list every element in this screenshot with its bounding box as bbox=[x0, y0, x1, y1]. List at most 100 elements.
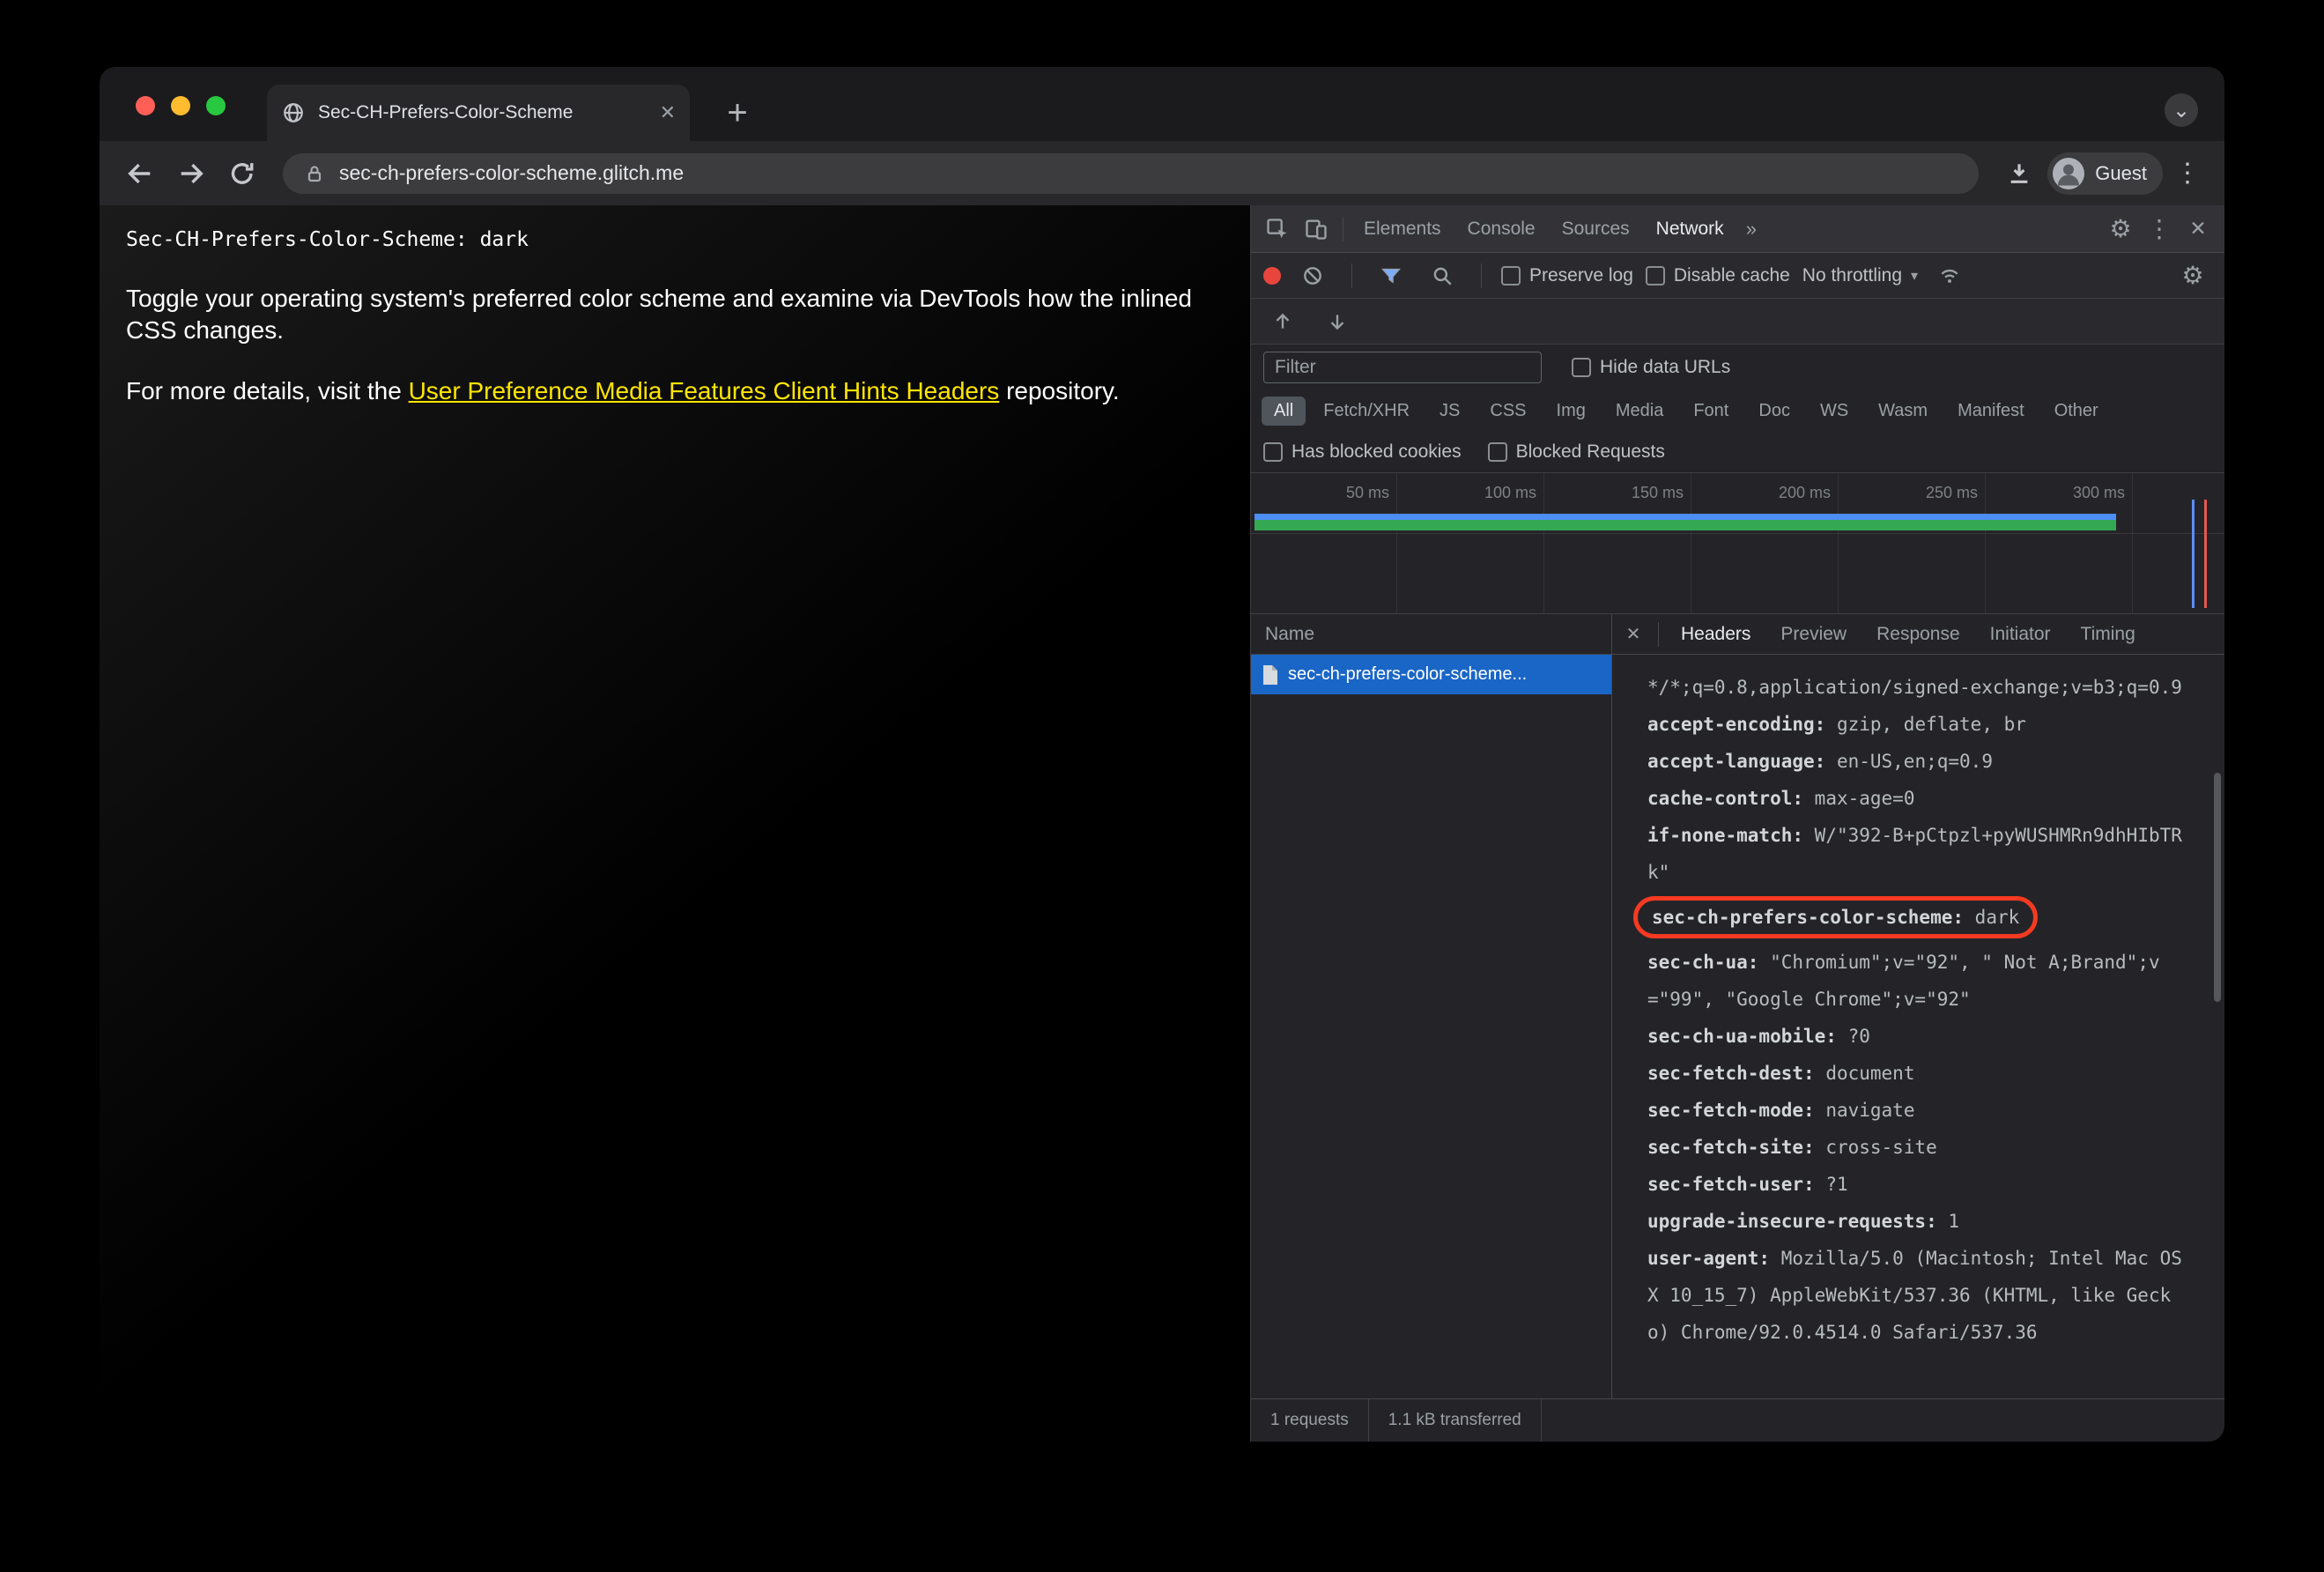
devtools-tab[interactable]: Elements bbox=[1351, 205, 1454, 252]
devtools-tab[interactable]: Sources bbox=[1549, 205, 1643, 252]
close-window-button[interactable] bbox=[136, 96, 155, 115]
request-waterfall-bar bbox=[1255, 514, 2116, 530]
resource-filter-chip[interactable]: Wasm bbox=[1866, 397, 1940, 426]
window-content: Sec-CH-Prefers-Color-Scheme: dark Toggle… bbox=[100, 205, 2224, 1442]
hide-data-urls-checkbox[interactable]: Hide data URLs bbox=[1572, 357, 1730, 378]
close-details-icon[interactable]: ✕ bbox=[1616, 623, 1651, 645]
more-tabs-icon[interactable]: » bbox=[1737, 219, 1765, 239]
tab-search-button[interactable]: ⌄ bbox=[2165, 93, 2198, 127]
details-tab[interactable]: Preview bbox=[1765, 614, 1861, 654]
checkbox-label: Has blocked cookies bbox=[1292, 441, 1462, 462]
minimize-window-button[interactable] bbox=[171, 96, 190, 115]
back-button[interactable] bbox=[117, 151, 163, 196]
color-scheme-status-text: Sec-CH-Prefers-Color-Scheme: dark bbox=[126, 228, 529, 251]
window-controls bbox=[136, 96, 226, 115]
resource-filter-chip[interactable]: JS bbox=[1427, 397, 1472, 426]
repository-link[interactable]: User Preference Media Features Client Hi… bbox=[409, 377, 1000, 404]
chevron-down-icon: ⌄ bbox=[2172, 98, 2191, 122]
url-text: sec-ch-prefers-color-scheme.glitch.me bbox=[339, 161, 685, 184]
details-tab[interactable]: Headers bbox=[1666, 614, 1765, 654]
devtools-close-icon[interactable]: ✕ bbox=[2179, 210, 2217, 248]
request-header-entry: sec-ch-ua-mobile: ?0 bbox=[1647, 1026, 1870, 1047]
lock-icon bbox=[307, 165, 322, 182]
resource-filter-chip[interactable]: CSS bbox=[1477, 397, 1538, 426]
har-toolbar bbox=[1251, 299, 2224, 345]
request-row[interactable]: sec-ch-prefers-color-scheme... bbox=[1251, 655, 1611, 694]
devtools-tab[interactable]: Network bbox=[1643, 205, 1737, 252]
requests-name-column-header[interactable]: Name bbox=[1251, 614, 1611, 655]
profile-label: Guest bbox=[2095, 161, 2147, 184]
network-toolbar: Preserve log Disable cache No throttling… bbox=[1251, 253, 2224, 299]
device-toolbar-icon[interactable] bbox=[1297, 210, 1336, 248]
timeline-label: 50 ms bbox=[1345, 484, 1389, 501]
devtools-menu-kebab-icon[interactable]: ⋮ bbox=[2140, 210, 2179, 248]
page-paragraph-2: For more details, visit the User Prefere… bbox=[126, 375, 1224, 407]
blocked-requests-checkbox[interactable]: Blocked Requests bbox=[1487, 441, 1665, 463]
network-main-area: Name sec-ch-prefers-color-scheme... ✕ He… bbox=[1251, 614, 2224, 1398]
record-network-log-button[interactable] bbox=[1263, 266, 1281, 285]
browser-menu-icon[interactable]: ⋮ bbox=[2168, 158, 2207, 189]
details-tab[interactable]: Response bbox=[1861, 614, 1975, 654]
resource-filter-chip[interactable]: Media bbox=[1603, 397, 1676, 426]
tab-close-icon[interactable]: ✕ bbox=[660, 101, 676, 124]
checkbox-label: Preserve log bbox=[1529, 264, 1633, 285]
network-overview-timeline[interactable]: 50 ms 100 ms 150 ms 200 ms 250 ms 300 ms bbox=[1251, 473, 2224, 614]
throttling-dropdown[interactable]: No throttling ▾ bbox=[1802, 265, 1918, 286]
checkbox-box bbox=[1263, 441, 1283, 462]
profile-button[interactable]: Guest bbox=[2047, 152, 2163, 195]
resource-filter-chip[interactable]: Doc bbox=[1746, 397, 1802, 426]
devtools-settings-gear-icon[interactable]: ⚙ bbox=[2101, 210, 2140, 248]
inspect-element-icon[interactable] bbox=[1258, 210, 1297, 248]
gridline bbox=[1838, 473, 1839, 613]
scrollbar-thumb[interactable] bbox=[2214, 773, 2221, 1002]
resource-type-filters: All Fetch/XHR JS CSS Img Media Font Doc bbox=[1251, 390, 2224, 431]
resource-filter-chip[interactable]: Other bbox=[2042, 397, 2111, 426]
divider bbox=[1658, 621, 1659, 647]
preserve-log-checkbox[interactable]: Preserve log bbox=[1501, 265, 1633, 286]
request-count: 1 requests bbox=[1251, 1399, 1369, 1442]
desktop-background: Sec-CH-Prefers-Color-Scheme ✕ + ⌄ sec-ch… bbox=[0, 0, 2324, 1572]
request-header-entry: sec-ch-prefers-color-scheme: dark bbox=[1633, 896, 2193, 938]
chevron-down-icon: ▾ bbox=[1911, 268, 1919, 284]
gridline bbox=[1396, 473, 1397, 613]
forward-button[interactable] bbox=[168, 151, 214, 196]
timeline-label: 200 ms bbox=[1778, 484, 1831, 501]
checkbox-box bbox=[1645, 265, 1665, 285]
resource-filter-chip[interactable]: All bbox=[1262, 396, 1306, 426]
resource-filter-chip[interactable]: Font bbox=[1681, 397, 1741, 426]
network-conditions-icon[interactable] bbox=[1930, 256, 1969, 295]
divider bbox=[1351, 263, 1352, 288]
resource-filter-chip[interactable]: Fetch/XHR bbox=[1311, 397, 1422, 426]
network-filter-input[interactable] bbox=[1263, 352, 1542, 383]
checkbox-label: Hide data URLs bbox=[1600, 357, 1731, 377]
zoom-window-button[interactable] bbox=[206, 96, 226, 115]
import-har-icon[interactable] bbox=[1263, 302, 1302, 341]
tab-title: Sec-CH-Prefers-Color-Scheme bbox=[318, 102, 574, 122]
devtools-tabs: Elements Console Sources Network bbox=[1351, 205, 1737, 252]
document-icon bbox=[1263, 664, 1277, 685]
details-tab[interactable]: Timing bbox=[2066, 614, 2150, 654]
browser-tab[interactable]: Sec-CH-Prefers-Color-Scheme ✕ bbox=[267, 85, 690, 141]
new-tab-button[interactable]: + bbox=[716, 92, 759, 134]
browser-toolbar: sec-ch-prefers-color-scheme.glitch.me Gu… bbox=[100, 141, 2224, 205]
filter-funnel-icon[interactable] bbox=[1372, 256, 1410, 295]
clear-network-log-icon[interactable] bbox=[1293, 256, 1332, 295]
download-icon[interactable] bbox=[1996, 151, 2042, 196]
request-headers-list[interactable]: */*;q=0.8,application/signed-exchange;v=… bbox=[1612, 655, 2224, 1398]
paragraph-text: repository. bbox=[999, 376, 1120, 404]
details-tab[interactable]: Initiator bbox=[1975, 614, 2066, 654]
has-blocked-cookies-checkbox[interactable]: Has blocked cookies bbox=[1263, 441, 1462, 463]
resource-filter-chip[interactable]: WS bbox=[1808, 397, 1861, 426]
export-har-icon[interactable] bbox=[1318, 302, 1357, 341]
search-icon[interactable] bbox=[1423, 256, 1462, 295]
resource-filter-chip[interactable]: Manifest bbox=[1945, 397, 2037, 426]
network-settings-gear-icon[interactable]: ⚙ bbox=[2173, 256, 2212, 295]
divider bbox=[1481, 263, 1482, 288]
address-bar[interactable]: sec-ch-prefers-color-scheme.glitch.me bbox=[283, 152, 1980, 194]
devtools-tab[interactable]: Console bbox=[1454, 205, 1549, 252]
resource-filter-chip[interactable]: Img bbox=[1544, 397, 1598, 426]
timeline-label: 100 ms bbox=[1484, 484, 1536, 501]
disable-cache-checkbox[interactable]: Disable cache bbox=[1645, 265, 1790, 286]
tab-favicon-icon bbox=[281, 100, 306, 125]
reload-button[interactable] bbox=[219, 151, 265, 196]
